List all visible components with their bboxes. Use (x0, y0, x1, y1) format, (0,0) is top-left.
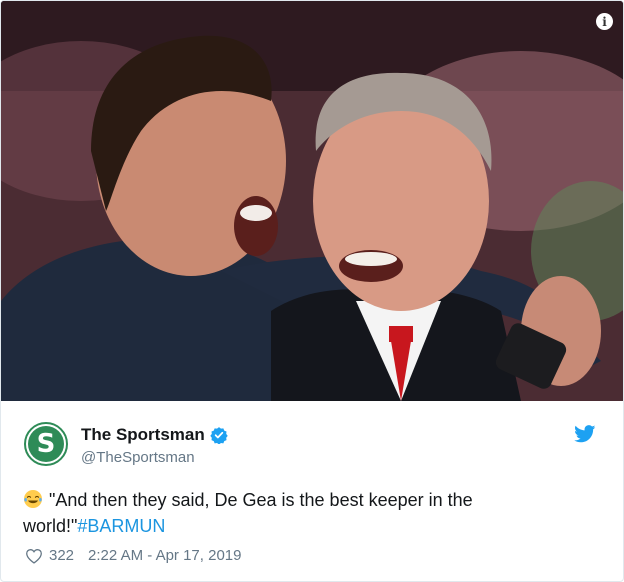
author-handle[interactable]: @TheSportsman (81, 449, 195, 466)
photo-illustration (1, 1, 623, 401)
verified-badge-icon (210, 427, 228, 444)
embedded-tweet-card: i S The Sportsman @TheSportsman "And the… (0, 0, 624, 582)
twitter-bird-icon[interactable] (574, 425, 596, 443)
tweet-header: S The Sportsman @TheSportsman (1, 401, 623, 471)
tweet-body: "And then they said, De Gea is the best … (23, 487, 583, 539)
author-name-row[interactable]: The Sportsman (81, 425, 228, 445)
avatar-logo: S (28, 426, 64, 462)
heart-icon[interactable] (25, 548, 43, 564)
info-icon-glyph: i (602, 14, 607, 29)
author-display-name[interactable]: The Sportsman (81, 425, 205, 445)
tweet-meta: 322 2:22 AM - Apr 17, 2019 (25, 547, 241, 564)
like-count[interactable]: 322 (49, 547, 74, 564)
tears-of-joy-emoji-icon (24, 490, 42, 508)
tweet-photo[interactable]: i (1, 1, 623, 401)
info-icon[interactable]: i (596, 13, 613, 30)
tweet-timestamp[interactable]: 2:22 AM - Apr 17, 2019 (88, 547, 241, 564)
avatar-letter: S (36, 429, 56, 459)
hashtag-link[interactable]: #BARMUN (77, 516, 165, 536)
avatar[interactable]: S (24, 422, 68, 466)
